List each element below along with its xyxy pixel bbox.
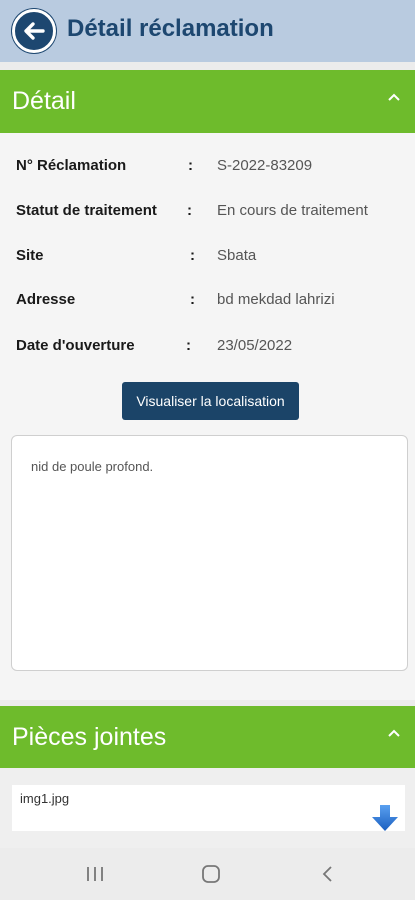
field-separator: :	[187, 202, 192, 219]
field-label: N° Réclamation	[16, 157, 127, 174]
field-separator: :	[190, 247, 195, 264]
field-label: Adresse	[16, 291, 76, 308]
detail-section-header[interactable]: Détail	[0, 70, 415, 133]
system-navigation-bar	[0, 848, 415, 900]
field-row-status: Statut de traitement : En cours de trait…	[0, 202, 415, 224]
field-value: Sbata	[217, 247, 257, 264]
description-text: nid de poule profond.	[31, 459, 154, 474]
chevron-up-icon	[388, 93, 400, 101]
attachments-card: img1.jpg	[0, 768, 415, 848]
field-row-opening-date: Date d'ouverture : 23/05/2022	[0, 337, 415, 359]
attachments-section-title: Pièces jointes	[12, 723, 167, 751]
field-separator: :	[186, 337, 191, 354]
field-label: Site	[16, 247, 44, 264]
view-location-button[interactable]: Visualiser la localisation	[122, 382, 299, 420]
field-row-address: Adresse : bd mekdad lahrizi	[0, 291, 415, 313]
recents-icon[interactable]	[83, 862, 107, 886]
field-value: bd mekdad lahrizi	[217, 291, 335, 308]
back-button[interactable]	[12, 9, 56, 53]
description-box[interactable]: nid de poule profond.	[11, 435, 408, 671]
home-icon[interactable]	[199, 862, 223, 886]
back-chevron-icon[interactable]	[316, 862, 340, 886]
field-row-site: Site : Sbata	[0, 247, 415, 269]
chevron-up-icon	[388, 729, 400, 737]
attachment-item[interactable]: img1.jpg	[12, 785, 405, 831]
field-label: Statut de traitement	[16, 202, 157, 219]
field-value: S-2022-83209	[217, 157, 313, 174]
app-bar: Détail réclamation	[0, 0, 415, 62]
detail-section-title: Détail	[12, 87, 76, 115]
field-separator: :	[188, 157, 193, 174]
field-value: 23/05/2022	[217, 337, 293, 354]
field-value: En cours de traitement	[217, 202, 368, 219]
field-separator: :	[190, 291, 195, 308]
download-arrow-icon[interactable]	[371, 805, 399, 831]
arrow-left-icon	[24, 22, 45, 40]
field-label: Date d'ouverture	[16, 337, 135, 354]
field-row-reclamation-number: N° Réclamation : S-2022-83209	[0, 157, 415, 179]
attachment-filename: img1.jpg	[20, 791, 70, 806]
attachments-section-header[interactable]: Pièces jointes	[0, 706, 415, 769]
page-title: Détail réclamation	[67, 15, 274, 42]
